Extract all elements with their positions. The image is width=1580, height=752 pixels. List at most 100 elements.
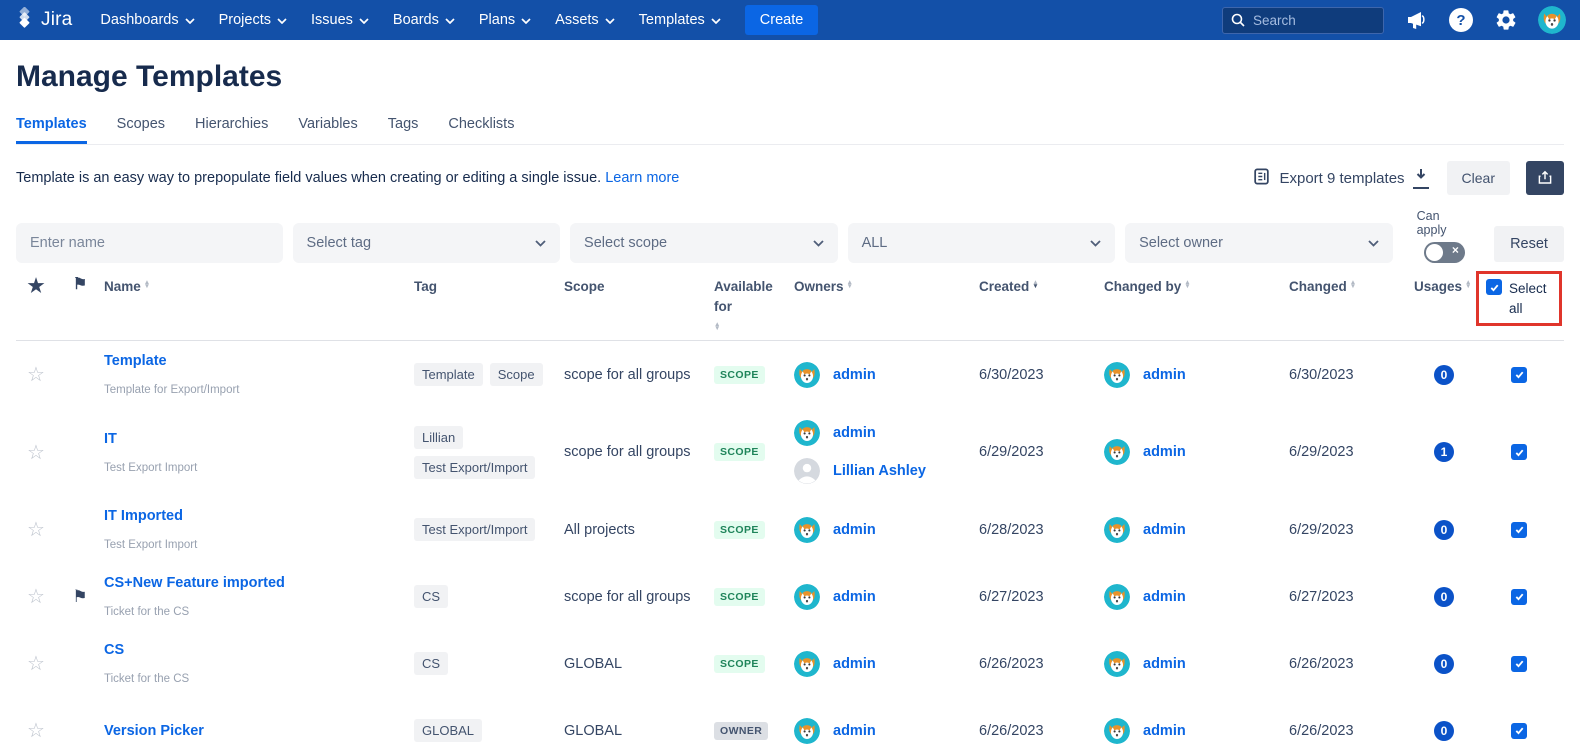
- tab-hierarchies[interactable]: Hierarchies: [195, 116, 268, 144]
- created-date: 6/27/2023: [979, 589, 1104, 605]
- template-name-link[interactable]: CS: [104, 642, 124, 658]
- favorite-star-icon[interactable]: ☆: [16, 651, 56, 676]
- owner-link[interactable]: Lillian Ashley: [833, 463, 926, 479]
- tab-bar: Templates Scopes Hierarchies Variables T…: [16, 116, 1564, 145]
- select-all-checkbox[interactable]: [1486, 279, 1502, 295]
- tab-scopes[interactable]: Scopes: [117, 116, 165, 144]
- table-row: ☆⚑CS+New Feature importedTicket for the …: [16, 563, 1564, 630]
- owner-link[interactable]: admin: [833, 425, 876, 441]
- tag-pill: GLOBAL: [414, 719, 482, 742]
- export-templates-link[interactable]: Export 9 templates: [1252, 167, 1428, 190]
- row-checkbox[interactable]: [1511, 589, 1527, 605]
- type-filter-select[interactable]: ALL: [848, 223, 1116, 263]
- favorite-star-icon[interactable]: ☆: [16, 517, 56, 542]
- owner-link[interactable]: admin: [833, 522, 876, 538]
- changed-by-link[interactable]: admin: [1143, 656, 1186, 672]
- menu-boards[interactable]: Boards: [393, 12, 455, 28]
- favorite-star-icon[interactable]: ☆: [16, 440, 56, 465]
- menu-assets[interactable]: Assets: [555, 12, 615, 28]
- row-checkbox[interactable]: [1511, 656, 1527, 672]
- tab-tags[interactable]: Tags: [388, 116, 419, 144]
- filter-bar: Select tag Select scope ALL Select owner…: [16, 209, 1564, 263]
- changed-by-link[interactable]: admin: [1143, 522, 1186, 538]
- owner: admin: [794, 420, 876, 446]
- header-changed-by[interactable]: Changed by▲▼: [1104, 277, 1289, 297]
- header-usages[interactable]: Usages▲▼: [1414, 277, 1474, 297]
- help-icon[interactable]: ?: [1448, 7, 1474, 33]
- tag-filter-select[interactable]: Select tag: [293, 223, 561, 263]
- name-filter-input[interactable]: [16, 223, 283, 263]
- create-button[interactable]: Create: [745, 5, 819, 35]
- row-checkbox[interactable]: [1511, 723, 1527, 739]
- row-checkbox[interactable]: [1511, 522, 1527, 538]
- select-all-label: Select all: [1509, 279, 1552, 318]
- header-available-for[interactable]: Available for▲▼: [714, 277, 794, 330]
- tab-variables[interactable]: Variables: [298, 116, 357, 144]
- chevron-down-icon: [711, 18, 721, 24]
- template-name-link[interactable]: Version Picker: [104, 723, 204, 739]
- menu-dashboards[interactable]: Dashboards: [100, 12, 194, 28]
- owner: Lillian Ashley: [794, 458, 926, 484]
- scope-filter-select[interactable]: Select scope: [570, 223, 838, 263]
- sort-icon: ▲▼: [144, 281, 150, 288]
- favorite-star-icon[interactable]: ☆: [16, 362, 56, 387]
- header-name[interactable]: Name▲▼: [104, 277, 414, 297]
- changed-by-link[interactable]: admin: [1143, 444, 1186, 460]
- changed-by-link[interactable]: admin: [1143, 723, 1186, 739]
- dog-avatar: [794, 517, 820, 543]
- changed-date: 6/30/2023: [1289, 367, 1414, 383]
- settings-gear-icon[interactable]: [1493, 7, 1519, 33]
- menu-plans[interactable]: Plans: [479, 12, 531, 28]
- template-name-link[interactable]: IT: [104, 431, 117, 447]
- changed-date: 6/26/2023: [1289, 656, 1414, 672]
- announcement-icon[interactable]: [1403, 7, 1429, 33]
- template-name-link[interactable]: CS+New Feature imported: [104, 575, 285, 591]
- usages-badge: 0: [1434, 654, 1454, 674]
- star-header-icon[interactable]: ★: [27, 277, 44, 296]
- header-owners[interactable]: Owners▲▼: [794, 277, 979, 297]
- owner-link[interactable]: admin: [833, 589, 876, 605]
- tab-templates[interactable]: Templates: [16, 116, 87, 144]
- templates-table: ★ ⚑ Name▲▼ Tag Scope Available for▲▼ Own…: [16, 277, 1564, 752]
- owner-link[interactable]: admin: [833, 367, 876, 383]
- reset-button[interactable]: Reset: [1494, 226, 1564, 262]
- user-avatar[interactable]: [1538, 6, 1566, 34]
- menu-projects[interactable]: Projects: [219, 12, 287, 28]
- available-for-badge: SCOPE: [714, 366, 765, 384]
- header-created[interactable]: Created▲▼: [979, 277, 1104, 297]
- tag-pill: Test Export/Import: [414, 456, 535, 479]
- template-description: Test Export Import: [104, 462, 197, 474]
- changed-by-link[interactable]: admin: [1143, 367, 1186, 383]
- changed-by-link[interactable]: admin: [1143, 589, 1186, 605]
- header-changed[interactable]: Changed▲▼: [1289, 277, 1414, 297]
- sort-icon: ▲▼: [714, 323, 720, 330]
- owner-filter-select[interactable]: Select owner: [1125, 223, 1393, 263]
- dog-avatar: [1104, 439, 1130, 465]
- created-date: 6/26/2023: [979, 723, 1104, 739]
- changed-date: 6/27/2023: [1289, 589, 1414, 605]
- menu-issues[interactable]: Issues: [311, 12, 369, 28]
- favorite-star-icon[interactable]: ☆: [16, 718, 56, 743]
- flag-header-icon[interactable]: ⚑: [73, 277, 87, 293]
- row-checkbox[interactable]: [1511, 367, 1527, 383]
- can-apply-toggle[interactable]: ×: [1424, 242, 1465, 263]
- owner-link[interactable]: admin: [833, 656, 876, 672]
- owner: admin: [794, 517, 876, 543]
- scope-text: All projects: [564, 522, 714, 538]
- favorite-star-icon[interactable]: ☆: [16, 584, 56, 609]
- template-name-link[interactable]: Template: [104, 353, 167, 369]
- menu-templates[interactable]: Templates: [639, 12, 721, 28]
- table-body: ☆TemplateTemplate for Export/ImportTempl…: [16, 341, 1564, 752]
- changed-by: admin: [1104, 584, 1186, 610]
- jira-logo[interactable]: Jira: [14, 7, 72, 33]
- row-checkbox[interactable]: [1511, 444, 1527, 460]
- chevron-down-icon: [535, 240, 546, 247]
- template-name-link[interactable]: IT Imported: [104, 508, 183, 524]
- search-input[interactable]: [1222, 7, 1384, 34]
- learn-more-link[interactable]: Learn more: [605, 170, 679, 186]
- tab-checklists[interactable]: Checklists: [448, 116, 514, 144]
- owner: admin: [794, 362, 876, 388]
- clear-button[interactable]: Clear: [1447, 161, 1510, 195]
- share-button[interactable]: [1526, 161, 1564, 195]
- owner-link[interactable]: admin: [833, 723, 876, 739]
